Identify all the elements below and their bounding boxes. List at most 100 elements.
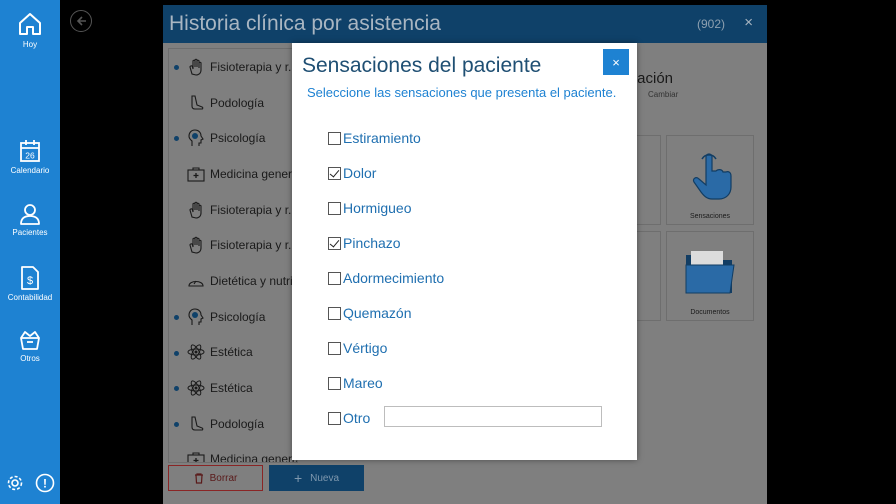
nav-label: Hoy — [22, 40, 38, 49]
history-list: Fisioterapia y r... Podología Psicología Me… — [168, 48, 298, 463]
hand-icon — [187, 201, 205, 219]
history-list-label: Psicología — [210, 309, 266, 324]
sensation-option[interactable]: Vértigo — [328, 338, 387, 358]
dialog-title: Sensaciones del paciente — [302, 54, 542, 77]
option-label: Adormecimiento — [343, 270, 445, 286]
nav-item-contabilidad[interactable]: $ Contabilidad — [0, 266, 60, 302]
foot-icon — [187, 94, 205, 112]
history-count: (902) — [696, 17, 725, 31]
option-label: Hormigueo — [343, 200, 412, 216]
option-label: Vértigo — [343, 340, 388, 356]
history-list-item[interactable]: Estética — [169, 370, 297, 406]
unread-dot — [174, 421, 179, 427]
unread-dot — [174, 65, 179, 70]
history-list-item[interactable]: Fisioterapia y r... — [169, 192, 297, 228]
history-list-item[interactable]: Podología — [169, 85, 297, 121]
sensation-option[interactable]: Dolor — [328, 163, 376, 183]
sensation-option[interactable]: Otro — [328, 408, 370, 428]
dialog-close-button[interactable]: × — [603, 49, 629, 75]
nav-item-pacientes[interactable]: Pacientes — [0, 203, 60, 237]
sensation-option[interactable]: Quemazón — [328, 303, 411, 323]
medkit-icon — [187, 450, 205, 462]
history-list-item[interactable]: Medicina general — [169, 442, 298, 463]
sensation-option[interactable]: Mareo — [328, 373, 383, 393]
calendar-icon: 26 — [20, 140, 40, 162]
otro-text-field[interactable] — [384, 406, 602, 427]
checkbox[interactable] — [328, 271, 341, 285]
checkbox[interactable] — [328, 201, 341, 215]
history-list-label: Estética — [210, 345, 253, 360]
back-arrow-icon[interactable] — [70, 10, 92, 32]
checkbox[interactable] — [328, 411, 341, 425]
history-list-label: Podología — [210, 95, 265, 110]
foot-icon — [187, 415, 205, 433]
consultation-title: tación — [633, 70, 674, 87]
history-list-item[interactable]: Psicología — [169, 120, 297, 156]
sensation-option[interactable]: Adormecimiento — [328, 268, 444, 288]
dialog-subtitle: Seleccione las sensaciones que presenta … — [307, 85, 617, 100]
touch-hand-icon — [692, 153, 732, 200]
folder-icon — [685, 251, 735, 294]
nav-bottom: ! — [0, 473, 60, 498]
history-list-label: Fisioterapia y r... — [210, 202, 298, 217]
nav-item-otros[interactable]: Otros — [0, 329, 60, 363]
atom-icon — [187, 379, 205, 397]
scale-icon — [187, 272, 205, 290]
history-list-item[interactable]: Estética — [169, 335, 297, 371]
info-icon[interactable]: ! — [35, 473, 55, 498]
history-titlebar: Historia clínica por asistencia (902) × — [163, 5, 767, 43]
unread-dot — [174, 136, 179, 142]
unread-dot — [174, 314, 179, 320]
close-icon: × — [612, 54, 620, 70]
change-link[interactable]: Cambiar — [648, 90, 678, 99]
checkbox[interactable] — [328, 236, 341, 250]
history-list-label: Fisioterapia y r... — [210, 238, 298, 253]
nav-item-hoy[interactable]: Hoy — [0, 11, 60, 49]
checkbox[interactable] — [328, 131, 341, 145]
hand-icon — [187, 236, 205, 254]
option-label: Mareo — [343, 375, 383, 391]
history-list-item[interactable]: Fisioterapia y r... — [169, 49, 297, 85]
nav-item-calendario[interactable]: 26 Calendario — [0, 139, 60, 175]
checkbox[interactable] — [328, 166, 341, 180]
history-list-item[interactable]: Medicina general — [169, 156, 297, 192]
calendar-day: 26 — [25, 151, 35, 161]
sensation-option[interactable]: Hormigueo — [328, 198, 411, 218]
history-list-item[interactable]: Fisioterapia y r... — [169, 227, 297, 263]
checkbox[interactable] — [328, 306, 341, 320]
option-label: Pinchazo — [343, 235, 401, 251]
delete-button[interactable]: Borrar — [168, 465, 263, 491]
history-list-item[interactable]: Psicología — [169, 299, 297, 335]
new-button[interactable]: + Nueva — [269, 465, 364, 491]
box-icon — [20, 331, 40, 350]
nav-label: Contabilidad — [7, 293, 53, 302]
option-label: Otro — [343, 410, 371, 426]
sensation-option[interactable]: Estiramiento — [328, 128, 421, 148]
option-label: Estiramiento — [343, 130, 421, 146]
history-list-label: Fisioterapia y r... — [210, 59, 298, 74]
tile-documentos[interactable]: Documentos — [666, 231, 754, 321]
checkbox[interactable] — [328, 341, 341, 355]
history-list-item[interactable]: Dietética y nutrición — [169, 263, 297, 299]
head-icon — [187, 129, 205, 147]
hand-icon — [187, 58, 205, 76]
history-list-item[interactable]: Podología — [169, 406, 297, 442]
head-icon — [187, 308, 205, 326]
sensation-option[interactable]: Pinchazo — [328, 233, 401, 253]
checkbox[interactable] — [328, 376, 341, 390]
home-icon — [19, 13, 41, 35]
tile-label: Sensaciones — [689, 213, 731, 220]
tile-sensaciones[interactable]: Sensaciones — [666, 135, 754, 225]
medkit-icon — [187, 165, 205, 183]
history-close-button[interactable]: × — [744, 14, 753, 31]
person-icon — [20, 204, 40, 225]
svg-text:$: $ — [27, 275, 33, 287]
option-label: Dolor — [343, 165, 377, 181]
tile-label: Documentos — [690, 309, 730, 316]
history-list-label: Medicina general — [210, 166, 298, 181]
nav-label: Pacientes — [12, 228, 48, 237]
atom-icon — [187, 343, 205, 361]
gear-icon[interactable] — [6, 474, 24, 497]
trash-icon — [194, 472, 203, 484]
history-list-label: Medicina general — [210, 452, 298, 463]
